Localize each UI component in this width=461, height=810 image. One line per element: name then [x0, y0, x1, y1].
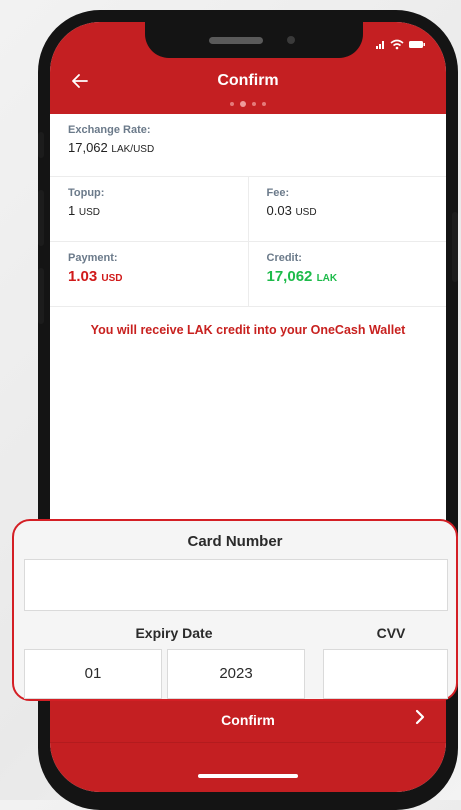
step-dot	[262, 101, 266, 106]
payment-credit-row: Payment: 1.03 USD Credit: 17,062 LAK	[50, 242, 446, 307]
phone-notch	[145, 22, 363, 58]
cvv-input[interactable]	[323, 649, 448, 699]
payment-unit: USD	[101, 273, 123, 284]
wallet-notice: You will receive LAK credit into your On…	[90, 323, 406, 337]
credit-unit: LAK	[316, 273, 338, 284]
home-indicator	[198, 774, 298, 778]
card-number-label: Card Number	[187, 533, 283, 550]
phone-power-button	[452, 212, 458, 282]
topup-cell: Topup: 1 USD	[50, 177, 248, 241]
confirm-footer: Confirm	[50, 700, 446, 792]
front-camera	[287, 36, 295, 44]
step-dot-active	[240, 100, 246, 107]
credit-label: Credit:	[266, 252, 302, 264]
credit-value: 17,062 LAK	[267, 268, 429, 285]
exchange-rate-number: 17,062	[68, 140, 108, 155]
confirm-details: Exchange Rate: 17,062 LAK/USD Topup: 1 U…	[50, 114, 446, 337]
step-dot	[230, 101, 234, 106]
credit-number: 17,062	[266, 268, 313, 285]
payment-cell: Payment: 1.03 USD	[50, 242, 248, 306]
payment-value: 1.03 USD	[68, 268, 230, 285]
exchange-rate-row: Exchange Rate: 17,062 LAK/USD	[50, 114, 446, 177]
signal-wifi-battery-icon	[376, 39, 425, 50]
fee-label: Fee:	[266, 187, 290, 199]
phone-volume-down-button	[38, 268, 44, 324]
chevron-right-icon[interactable]	[414, 708, 426, 731]
confirm-button[interactable]: Confirm	[50, 712, 446, 728]
page-title: Confirm	[217, 72, 279, 89]
credit-cell: Credit: 17,062 LAK	[247, 242, 447, 306]
fee-value: 0.03 USD	[267, 203, 429, 218]
step-indicator	[50, 95, 446, 113]
footer-divider	[50, 742, 446, 743]
exchange-rate-cell: Exchange Rate: 17,062 LAK/USD	[50, 114, 446, 176]
payment-label: Payment:	[68, 252, 118, 264]
topup-fee-row: Topup: 1 USD Fee: 0.03 USD	[50, 177, 446, 242]
topup-value: 1 USD	[68, 203, 230, 218]
fee-cell: Fee: 0.03 USD	[247, 177, 447, 241]
step-dot	[252, 101, 256, 106]
fee-number: 0.03	[266, 203, 292, 218]
speaker-grille	[209, 37, 263, 44]
topup-label: Topup:	[68, 187, 105, 199]
cvv-label: CVV	[376, 625, 406, 641]
status-bar-icons	[376, 38, 428, 53]
exchange-rate-label: Exchange Rate:	[68, 124, 151, 136]
payment-number: 1.03	[68, 268, 98, 285]
topup-number: 1	[68, 203, 76, 218]
card-details-panel: Card Number Expiry Date CVV 01 2023	[12, 519, 458, 701]
expiry-date-label: Expiry Date	[135, 625, 213, 641]
topup-unit: USD	[78, 207, 100, 218]
exchange-rate-unit: LAK/USD	[111, 144, 155, 155]
phone-side-button	[38, 132, 44, 158]
phone-volume-up-button	[38, 190, 44, 246]
card-number-input[interactable]	[24, 559, 448, 611]
expiry-month-input[interactable]: 01	[24, 649, 162, 699]
expiry-year-input[interactable]: 2023	[167, 649, 305, 699]
fee-unit: USD	[295, 207, 317, 218]
exchange-rate-value: 17,062 LAK/USD	[68, 140, 428, 155]
